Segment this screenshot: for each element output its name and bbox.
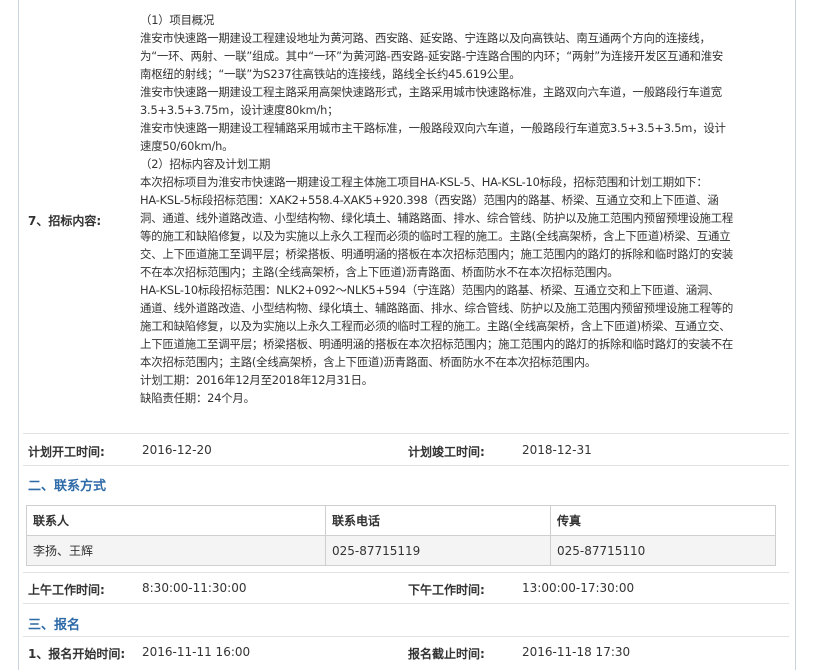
pm-hours-value: 13:00:00-17:30:00 bbox=[522, 581, 635, 595]
bid-content-line: HA-KSL-5标段招标范围：XAK2+558.4-XAK5+920.398（西… bbox=[140, 193, 719, 207]
planned-start-label: 计划开工时间: bbox=[28, 445, 105, 459]
contact-fax-header: 传真 bbox=[550, 505, 776, 536]
bid-content-line: 淮安市快速路一期建设工程建设地址为黄河路、西安路、延安路、宁连路以及向高铁站、南… bbox=[140, 31, 711, 45]
bid-content-line: HA-KSL-10标段招标范围：NLK2+092～NLK5+594（宁连路）范围… bbox=[140, 283, 720, 297]
divider bbox=[23, 465, 789, 466]
planned-end-value: 2018-12-31 bbox=[522, 443, 592, 457]
bid-content-line: 淮安市快速路一期建设工程主路采用高架快速路形式，主路采用城市快速路标准，主路双向… bbox=[140, 85, 722, 99]
contact-table: 联系人 联系电话 传真 李扬、王辉 025-87715119 025-87715… bbox=[26, 505, 776, 566]
contact-section-title: 二、联系方式 bbox=[28, 479, 107, 494]
bid-content-line: 通道、线外道路改造、小型结构物、绿化填土、辅路路面、排水、综合管线、防护以及施工… bbox=[140, 301, 734, 315]
bid-content-line: 不在本次招标范围内；主路(全线高架桥，含上下匝道)沥青路面、桥面防水不在本次招标… bbox=[140, 265, 619, 279]
contact-person-cell: 李扬、王辉 bbox=[26, 535, 326, 566]
divider bbox=[23, 433, 789, 434]
divider bbox=[23, 572, 789, 573]
am-hours-value: 8:30:00-11:30:00 bbox=[142, 581, 247, 595]
page-frame-left bbox=[18, 0, 19, 670]
bid-content-line: （1）项目概况 bbox=[140, 13, 215, 27]
bid-content-line: 施工和缺陷修复，以及为实施以上永久工程而必须的临时工程的施工。主路(全线高架桥，… bbox=[140, 319, 731, 333]
bid-content-line: 缺陷责任期：24个月。 bbox=[140, 391, 255, 405]
page-frame-right bbox=[795, 0, 796, 670]
contact-fax-cell: 025-87715110 bbox=[550, 535, 776, 566]
contact-table-header-row: 联系人 联系电话 传真 bbox=[26, 505, 776, 536]
am-hours-label: 上午工作时间: bbox=[28, 583, 105, 597]
bid-content-line: 为“一环、两射、一联”组成。其中“一环”为黄河路-西安路-延安路-宁连路合围的内… bbox=[140, 49, 724, 63]
bid-content-line: 洞、通道、线外道路改造、小型结构物、绿化填土、辅路路面、排水、综合管线、防护以及… bbox=[140, 211, 734, 225]
bid-content-line: （2）招标内容及计划工期 bbox=[140, 157, 271, 171]
bid-content-line: 速度50/60km/h。 bbox=[140, 139, 234, 153]
bid-content-line: 交、上下匝道施工至调平层；桥梁搭板、明通明涵的搭板在本次招标范围内；施工范围内的… bbox=[140, 247, 734, 261]
planned-end-label: 计划竣工时间: bbox=[408, 445, 485, 459]
planned-start-value: 2016-12-20 bbox=[142, 443, 212, 457]
signup-section-title: 三、报名 bbox=[28, 618, 81, 633]
bid-content-label: 7、招标内容: bbox=[28, 214, 102, 228]
pm-hours-label: 下午工作时间: bbox=[408, 583, 485, 597]
signup-end-value: 2016-11-18 17:30 bbox=[522, 645, 631, 659]
bid-content-line: 上下匝道施工至调平层；桥梁搭板、明通明涵的搭板在本次招标范围内；施工范围内的路灯… bbox=[140, 337, 734, 351]
signup-end-label: 报名截止时间: bbox=[408, 647, 485, 661]
bid-content-line: 南枢纽的射线；“一联”为S237往高铁站的连接线，路线全长约45.619公里。 bbox=[140, 67, 521, 81]
contact-phone-header: 联系电话 bbox=[325, 505, 551, 536]
bid-content-line: 淮安市快速路一期建设工程辅路采用城市主干路标准，一般路段双向六车道，一般路段行车… bbox=[140, 121, 726, 135]
signup-start-label: 1、报名开始时间: bbox=[28, 647, 126, 661]
signup-start-value: 2016-11-11 16:00 bbox=[142, 645, 251, 659]
divider bbox=[23, 603, 789, 604]
table-row: 李扬、王辉 025-87715119 025-87715110 bbox=[26, 535, 776, 566]
contact-phone-cell: 025-87715119 bbox=[325, 535, 551, 566]
bid-content-line: 计划工期：2016年12月至2018年12月31日。 bbox=[140, 373, 373, 387]
bid-content-line: 3.5+3.5+3.75m，设计速度80km/h； bbox=[140, 103, 339, 117]
divider bbox=[23, 636, 789, 637]
bid-content-text: （1）项目概况淮安市快速路一期建设工程建设地址为黄河路、西安路、延安路、宁连路以… bbox=[140, 11, 788, 407]
contact-person-header: 联系人 bbox=[26, 505, 326, 536]
bid-content-line: 等的施工和缺陷修复，以及为实施以上永久工程而必须的临时工程的施工。主路(全线高架… bbox=[140, 229, 731, 243]
bid-content-line: 本次招标项目为淮安市快速路一期建设工程主体施工项目HA-KSL-5、HA-KSL… bbox=[140, 175, 708, 189]
bid-content-line: 本次招标范围内；主路(全线高架桥，含上下匝道)沥青路面、桥面防水不在本次招标范围… bbox=[140, 355, 597, 369]
